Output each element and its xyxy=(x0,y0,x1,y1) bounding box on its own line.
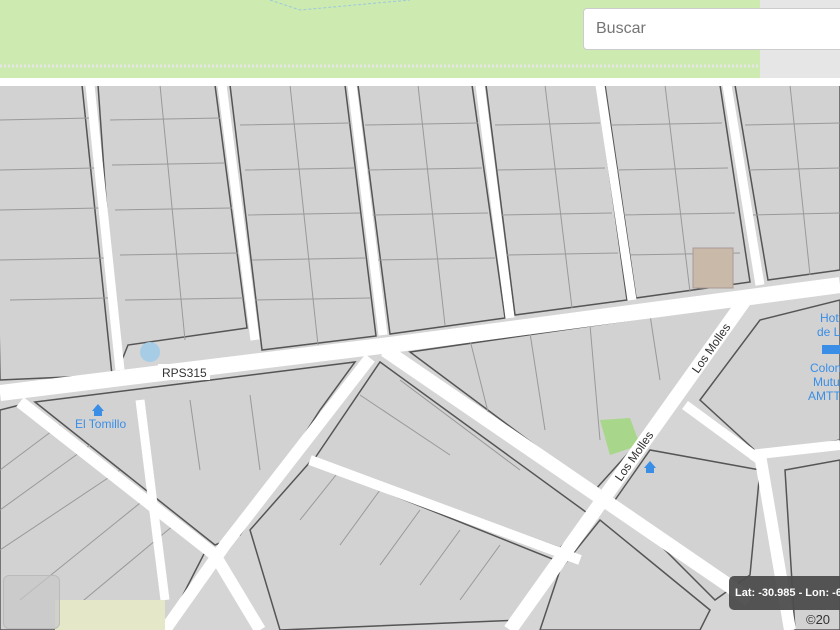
bed-icon xyxy=(822,345,840,354)
poi-label-hotel-2: de L xyxy=(817,325,840,339)
map-canvas[interactable]: RPS315 El Tomillo Los Molles Los Molles … xyxy=(0,0,840,630)
poi-label-hotel: Hot xyxy=(820,311,839,325)
layer-switcher-thumbnail[interactable] xyxy=(3,575,60,629)
poi-label-colonia: Colon xyxy=(810,361,840,375)
poi-label-el-tomillo: El Tomillo xyxy=(75,417,126,431)
attribution: ©20 xyxy=(806,612,831,627)
search-input[interactable] xyxy=(583,8,840,50)
road-label-rps315: RPS315 xyxy=(162,366,207,380)
coordinates-readout: Lat: -30.985 - Lon: -64 xyxy=(729,576,840,610)
poi-label-colonia-3: AMTT xyxy=(808,389,840,403)
poi-label-colonia-2: Mutu xyxy=(813,375,840,389)
